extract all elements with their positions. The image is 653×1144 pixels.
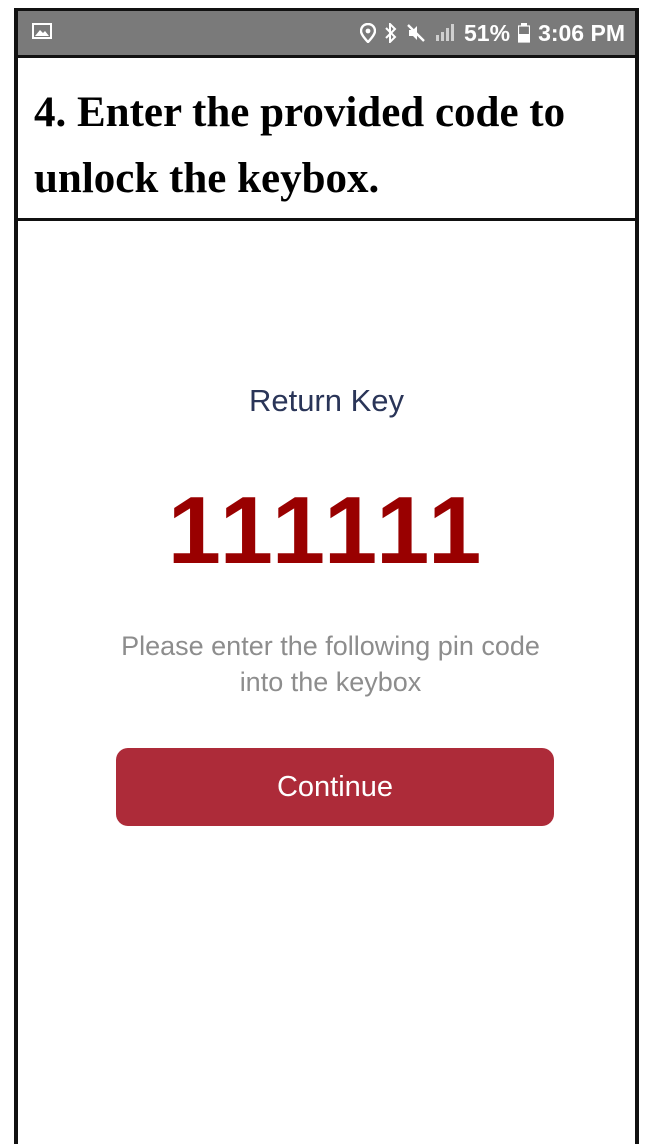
continue-button[interactable]: Continue [116, 748, 554, 826]
clock: 3:06 PM [538, 19, 625, 46]
pin-instructions: Please enter the following pin code into… [121, 631, 540, 697]
battery-percent: 51% [464, 19, 511, 46]
battery-icon [518, 23, 531, 43]
location-icon [360, 23, 377, 43]
image-icon [32, 22, 52, 44]
instruction-banner: 4. Enter the provided code to unlock the… [18, 55, 635, 221]
bluetooth-icon [384, 23, 398, 43]
pin-code: 111111 [167, 477, 486, 584]
screen-title: Return Key [248, 383, 405, 418]
return-key-screen: Return Key 111111 Please enter the follo… [18, 221, 635, 1144]
instruction-text: 4. Enter the provided code to unlock the… [34, 89, 566, 202]
signal-icon [434, 23, 456, 43]
status-bar: 51% 3:06 PM [18, 11, 635, 55]
mute-icon [406, 23, 426, 43]
phone-frame: 51% 3:06 PM 4. Enter the provided code t… [14, 8, 639, 1144]
